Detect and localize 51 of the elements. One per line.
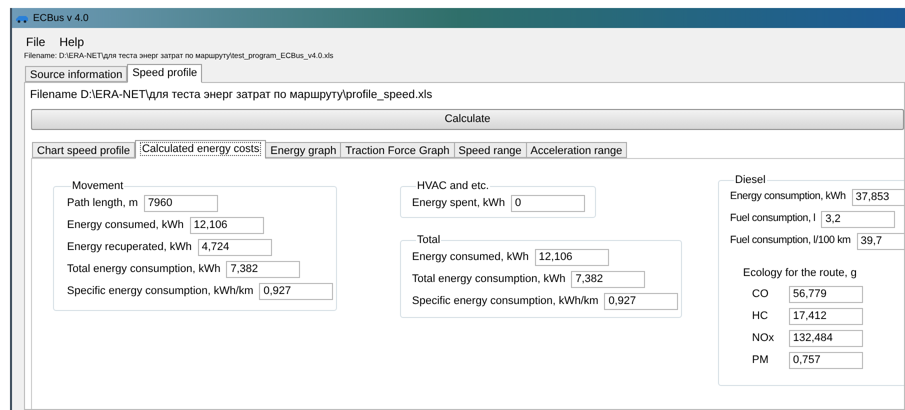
tab[interactable]: Chart speed profile [32, 142, 135, 158]
value-field[interactable]: 12,106 [534, 248, 609, 266]
field-label: Energy consumed, kWh [412, 250, 529, 265]
value-field[interactable]: 56,779 [789, 286, 863, 302]
group-title: Diesel [734, 174, 767, 186]
field-label: Total energy consumption, kWh [412, 272, 566, 287]
profile-filename-label: Filename D:\ERA-NET\для теста энерг затрат по маршруту\profile_speed.xls [29, 88, 434, 103]
field-label: Fuel consumption, l [730, 211, 816, 226]
value-field[interactable]: 12,106 [190, 216, 264, 234]
value-field[interactable]: 4,724 [198, 238, 272, 256]
tab[interactable]: Speed profile [127, 64, 202, 83]
value-field[interactable]: 37,853 [852, 188, 904, 206]
field-label: Specific energy consumption, kWh/km [67, 284, 254, 299]
bus-icon [15, 14, 29, 22]
tab[interactable]: Speed range [454, 142, 527, 158]
group-title: HVAC and etc. [416, 180, 490, 192]
tab[interactable]: Acceleration range [526, 142, 628, 158]
value-field[interactable]: 0,927 [604, 292, 678, 310]
value-field[interactable]: 0,927 [259, 282, 334, 300]
group-title: Total [416, 234, 442, 246]
menu-item[interactable]: File [26, 33, 46, 50]
tab[interactable]: Source information [25, 66, 128, 82]
field-label: CO [752, 286, 770, 302]
field-label: HC [752, 308, 769, 324]
calculate-button[interactable]: Calculate [31, 109, 904, 130]
tab[interactable]: Traction Force Graph [340, 142, 455, 158]
field-label: Energy recuperated, kWh [67, 240, 192, 255]
field-label: NOx [752, 330, 775, 346]
field-label: PM [752, 352, 770, 368]
group-title: Movement [71, 180, 124, 192]
value-field[interactable]: 3,2 [821, 210, 896, 228]
tab[interactable]: Calculated energy costs [134, 140, 266, 159]
field-label: Energy spent, kWh [412, 196, 505, 211]
value-field[interactable]: 17,412 [789, 308, 863, 324]
value-field[interactable]: 7,382 [571, 270, 646, 288]
window-title: ECBus v 4.0 [33, 12, 89, 26]
value-field[interactable]: 0,757 [789, 352, 863, 368]
menu-item[interactable]: Help [59, 33, 84, 50]
field-label: Total energy consumption, kWh [67, 262, 220, 277]
field-label: Energy consumption, kWh [730, 189, 846, 204]
field-label: Specific energy consumption, kWh/km [412, 294, 598, 309]
value-field[interactable]: 0 [510, 194, 585, 212]
value-field[interactable]: 39,7 [856, 232, 904, 250]
value-field[interactable]: 7,382 [226, 260, 300, 278]
field-label: Fuel consumption, l/100 km [730, 233, 851, 248]
field-label: Energy consumed, kWh [67, 218, 184, 233]
ecology-title: Ecology for the route, g [743, 266, 858, 281]
value-field[interactable]: 7960 [144, 194, 218, 212]
field-label: Path length, m [67, 196, 138, 211]
value-field[interactable]: 132,484 [789, 330, 863, 346]
tab[interactable]: Energy graph [265, 142, 342, 158]
